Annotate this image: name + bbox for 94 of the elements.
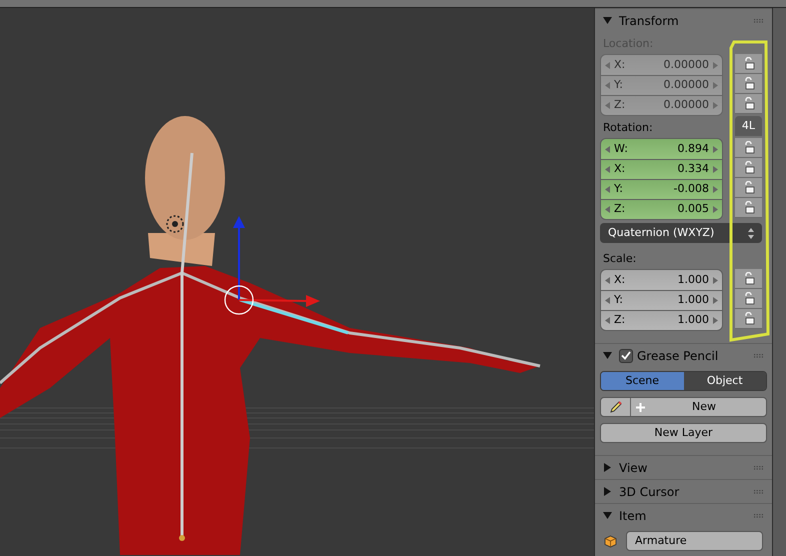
- axis-label: X:: [614, 56, 626, 73]
- lock-toggle[interactable]: [735, 138, 762, 158]
- panel-title[interactable]: Transform: [619, 12, 679, 30]
- pencil-icon: [608, 400, 622, 414]
- axis-label: W:: [614, 140, 628, 157]
- axis-label: Z:: [614, 97, 626, 114]
- source-tab[interactable]: Object: [684, 372, 766, 390]
- lock-toggle[interactable]: [735, 269, 762, 289]
- left-arrow-icon: [605, 206, 610, 213]
- field-value: 0.00000: [664, 56, 709, 73]
- collapsed-triangle-icon[interactable]: [603, 487, 612, 496]
- open-lock-icon: [742, 57, 754, 70]
- field-value: 1.000: [678, 272, 709, 288]
- plus-icon: [635, 402, 646, 412]
- right-arrow-icon: [713, 62, 718, 68]
- panel-title[interactable]: View: [619, 458, 648, 476]
- lock-toggle[interactable]: [735, 178, 762, 198]
- open-lock-icon: [742, 272, 754, 285]
- right-arrow-icon: [713, 276, 718, 284]
- field-value: 0.894: [678, 140, 709, 157]
- open-lock-icon: [742, 292, 754, 305]
- 3d-cursor-icon: [166, 215, 184, 233]
- axis-label: Y:: [614, 77, 623, 94]
- open-lock-icon: [742, 77, 754, 90]
- number-field[interactable]: Y: -0.008: [601, 179, 722, 199]
- open-lock-icon: [742, 97, 754, 110]
- axis-label: X:: [614, 161, 626, 178]
- panel-title[interactable]: 3D Cursor: [619, 482, 680, 500]
- rotation-mode-dropdown[interactable]: Quaternion (WXYZ): [600, 223, 762, 243]
- field-value: 0.00000: [664, 97, 709, 114]
- axis-label: X:: [614, 272, 626, 288]
- lock-toggle[interactable]: [735, 289, 762, 309]
- right-arrow-icon: [713, 206, 718, 213]
- axis-label: Z:: [614, 201, 626, 218]
- lock-toggle[interactable]: [735, 309, 762, 329]
- drag-grip-icon[interactable]: [754, 466, 764, 470]
- expanded-triangle-icon[interactable]: [603, 351, 612, 360]
- axis-label: Y:: [614, 292, 623, 308]
- expanded-triangle-icon[interactable]: [603, 511, 612, 520]
- left-arrow-icon: [605, 317, 610, 324]
- cube-icon: [604, 534, 617, 548]
- right-arrow-icon: [713, 297, 718, 304]
- right-arrow-icon: [713, 166, 718, 173]
- number-field[interactable]: X: 1.000: [601, 270, 722, 290]
- up-down-arrows-icon: [748, 228, 754, 238]
- open-lock-icon: [742, 201, 754, 214]
- group-label: Rotation:: [602, 120, 654, 136]
- axis-label: Z:: [614, 312, 626, 328]
- number-field[interactable]: Z: 0.005: [601, 199, 722, 219]
- lock-toggle[interactable]: [735, 198, 762, 218]
- enable-checkbox[interactable]: [619, 348, 633, 362]
- number-field[interactable]: Z: 1.000: [601, 310, 722, 330]
- field-value: 0.334: [678, 161, 709, 178]
- axis-label: Y:: [614, 181, 623, 198]
- left-arrow-icon: [605, 276, 610, 284]
- field-value: 0.005: [678, 201, 709, 218]
- lock-toggle[interactable]: [735, 158, 762, 178]
- number-field[interactable]: W: 0.894: [601, 139, 722, 159]
- panel-title[interactable]: Grease Pencil: [637, 346, 718, 364]
- drag-grip-icon[interactable]: [754, 18, 764, 22]
- left-arrow-icon: [605, 166, 610, 173]
- left-arrow-icon: [605, 62, 610, 68]
- lock-mode-toggle[interactable]: 4L: [735, 116, 762, 136]
- number-field[interactable]: X: 0.334: [601, 159, 722, 179]
- field-value: 1.000: [678, 292, 709, 308]
- right-arrow-icon: [713, 82, 718, 89]
- drag-grip-icon[interactable]: [754, 354, 764, 358]
- left-arrow-icon: [605, 297, 610, 304]
- field-value: -0.008: [674, 181, 709, 198]
- right-arrow-icon: [713, 317, 718, 324]
- open-lock-icon: [742, 141, 754, 154]
- number-field[interactable]: Y: 1.000: [601, 290, 722, 310]
- field-value: 1.000: [678, 312, 709, 328]
- panel-title[interactable]: Item: [619, 506, 646, 524]
- field-value: 0.00000: [664, 77, 709, 94]
- right-arrow-icon: [713, 102, 718, 109]
- new-layer-button[interactable]: New Layer: [600, 423, 767, 443]
- open-lock-icon: [742, 181, 754, 194]
- expanded-triangle-icon[interactable]: [603, 16, 612, 25]
- drag-grip-icon[interactable]: [754, 514, 764, 518]
- group-label: Scale:: [602, 250, 638, 266]
- collapsed-triangle-icon[interactable]: [603, 463, 612, 472]
- open-lock-icon: [742, 161, 754, 174]
- source-tab[interactable]: Scene: [601, 372, 684, 390]
- checkmark-icon: [621, 351, 631, 360]
- left-arrow-icon: [605, 102, 610, 109]
- left-arrow-icon: [605, 186, 610, 193]
- right-arrow-icon: [713, 146, 718, 152]
- right-arrow-icon: [713, 186, 718, 193]
- left-arrow-icon: [605, 82, 610, 89]
- open-lock-icon: [742, 312, 754, 325]
- drag-grip-icon[interactable]: [754, 490, 764, 494]
- left-arrow-icon: [605, 146, 610, 152]
- object-name-field[interactable]: Armature: [626, 531, 763, 551]
